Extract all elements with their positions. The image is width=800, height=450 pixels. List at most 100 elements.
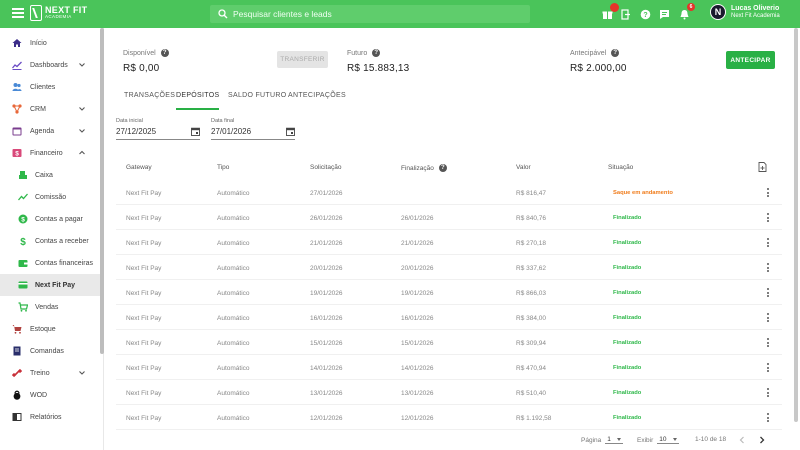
cell-finalizacao: 15/01/2026 [401, 340, 434, 347]
sidebar-item-relatorios[interactable]: Relatórios [0, 406, 100, 428]
table-row[interactable]: Next Fit Pay Automático 26/01/2026 26/01/20… [116, 205, 782, 230]
page-size-select[interactable]: 10 [657, 436, 679, 444]
table-row[interactable]: Next Fit Pay Automático 15/01/2026 15/01/20… [116, 330, 782, 355]
sidebar-item-label: Agenda [30, 127, 55, 135]
end-date-value[interactable]: 27/01/2026 [211, 127, 251, 136]
calendar-icon[interactable] [191, 127, 200, 136]
help-icon[interactable]: ? [611, 49, 620, 57]
table-row[interactable]: Next Fit Pay Automático 27/01/2026 R$ 816,4… [116, 180, 782, 205]
cell-situacao: Finalizado [613, 315, 642, 321]
sidebar-item-contas-a-receber[interactable]: $ Contas a receber [0, 230, 100, 252]
table-row[interactable]: Next Fit Pay Automático 13/01/2026 13/01/20… [116, 380, 782, 405]
table-row[interactable]: Next Fit Pay Automático 14/01/2026 14/01/20… [116, 355, 782, 380]
column-header-solicitacao[interactable]: Solicitação [310, 164, 341, 171]
sidebar-item-agenda[interactable]: Agenda [0, 120, 100, 142]
sidebar-item-financeiro[interactable]: $ Financeiro [0, 142, 100, 164]
more-options-icon[interactable] [766, 213, 770, 223]
help-icon[interactable]: ? [638, 6, 652, 22]
more-options-icon[interactable] [766, 288, 770, 298]
anticipate-button[interactable]: ANTECIPAR [726, 51, 775, 69]
table-row[interactable]: Next Fit Pay Automático 12/01/2026 12/01/20… [116, 405, 782, 430]
chevron-left-icon[interactable] [738, 436, 746, 444]
more-options-icon[interactable] [766, 188, 770, 198]
more-options-icon[interactable] [766, 238, 770, 248]
start-date-field[interactable]: Data inicial 27/12/2025 [116, 118, 200, 140]
page-value: 1 [607, 436, 611, 443]
people-icon [12, 82, 22, 92]
more-options-icon[interactable] [766, 338, 770, 348]
cell-gateway: Next Fit Pay [126, 240, 162, 247]
more-options-icon[interactable] [766, 313, 770, 323]
exit-icon[interactable] [618, 6, 632, 22]
sidebar-item-crm[interactable]: CRM [0, 98, 100, 120]
table-row[interactable]: Next Fit Pay Automático 20/01/2026 20/01/20… [116, 255, 782, 280]
column-header-situacao[interactable]: Situação [608, 164, 633, 171]
calendar-icon[interactable] [286, 127, 295, 136]
chat-icon[interactable] [657, 6, 671, 22]
more-options-icon[interactable] [766, 388, 770, 398]
kettlebell-icon [12, 390, 22, 400]
sidebar-item-next-fit-pay[interactable]: Next Fit Pay [0, 274, 100, 296]
page-select[interactable]: 1 [605, 436, 623, 444]
main-scrollbar[interactable] [794, 28, 798, 422]
cell-gateway: Next Fit Pay [126, 415, 162, 422]
help-icon[interactable]: ? [438, 164, 447, 172]
start-date-value[interactable]: 27/12/2025 [116, 127, 156, 136]
cell-finalizacao: 12/01/2026 [401, 415, 434, 422]
chevron-up-icon[interactable] [78, 149, 86, 157]
column-header-tipo[interactable]: Tipo [217, 164, 229, 171]
help-icon[interactable]: ? [160, 49, 169, 57]
main-content: Disponível? R$ 0,00 TRANSFERIR Futuro? R… [104, 28, 800, 450]
more-options-icon[interactable] [766, 263, 770, 273]
transfer-button[interactable]: TRANSFERIR [277, 51, 328, 68]
search-input[interactable] [233, 9, 513, 19]
column-header-finalizacao[interactable]: Finalização? [401, 164, 447, 172]
sidebar-item-estoque[interactable]: Estoque [0, 318, 100, 340]
sidebar-item-wod[interactable]: WOD [0, 384, 100, 406]
user-menu[interactable]: N Lucas Oliverio Next Fit Academia [710, 4, 780, 20]
table-row[interactable]: Next Fit Pay Automático 16/01/2026 16/01/20… [116, 305, 782, 330]
sidebar-item-contas-a-pagar[interactable]: $ Contas a pagar [0, 208, 100, 230]
more-options-icon[interactable] [766, 363, 770, 373]
cell-gateway: Next Fit Pay [126, 340, 162, 347]
tab-transacoes[interactable]: TRANSAÇÕES [124, 92, 175, 110]
sidebar-item-inicio[interactable]: Início [0, 32, 100, 54]
sidebar-item-dashboards[interactable]: Dashboards [0, 54, 100, 76]
sidebar-item-label: Comissão [35, 193, 67, 201]
tab-saldo-futuro[interactable]: SALDO FUTURO [228, 92, 286, 110]
help-icon[interactable]: ? [372, 49, 381, 57]
sidebar-item-clientes[interactable]: Clientes [0, 76, 100, 98]
more-options-icon[interactable] [766, 413, 770, 423]
page-range: 1-10 de 18 [695, 436, 727, 443]
search-box[interactable] [210, 5, 530, 23]
tab-depositos[interactable]: DEPÓSITOS [176, 92, 220, 110]
sidebar-item-caixa[interactable]: Caixa [0, 164, 100, 186]
cell-solicitacao: 19/01/2026 [310, 290, 343, 297]
chevron-down-icon[interactable] [78, 105, 86, 113]
chevron-down-icon[interactable] [78, 369, 86, 377]
avatar[interactable]: N [710, 4, 726, 20]
tab-antecipacoes[interactable]: ANTECIPAÇÕES [288, 92, 346, 110]
column-header-gateway[interactable]: Gateway [126, 164, 152, 171]
sidebar-item-comandas[interactable]: Comandas [0, 340, 100, 362]
home-icon [12, 38, 22, 48]
available-balance: Disponível? R$ 0,00 [123, 49, 169, 74]
chevron-down-icon[interactable] [78, 127, 86, 135]
bell-icon[interactable]: 6 [677, 3, 695, 22]
cell-gateway: Next Fit Pay [126, 365, 162, 372]
sidebar-item-treino[interactable]: Treino [0, 362, 100, 384]
cell-solicitacao: 21/01/2026 [310, 240, 343, 247]
logo[interactable]: NEXT FIT ACADEMIA [30, 5, 87, 21]
hamburger-menu-icon[interactable] [12, 8, 24, 20]
end-date-field[interactable]: Data final 27/01/2026 [211, 118, 295, 140]
sidebar-item-comissao[interactable]: Comissão [0, 186, 100, 208]
column-header-valor[interactable]: Valor [516, 164, 531, 171]
sidebar-item-vendas[interactable]: Vendas [0, 296, 100, 318]
chevron-down-icon[interactable] [78, 61, 86, 69]
export-file-icon[interactable] [758, 162, 767, 172]
table-row[interactable]: Next Fit Pay Automático 19/01/2026 19/01/20… [116, 280, 782, 305]
table-row[interactable]: Next Fit Pay Automático 21/01/2026 21/01/20… [116, 230, 782, 255]
sidebar-item-contas-financeiras[interactable]: Contas financeiras [0, 252, 100, 274]
gift-icon[interactable] [600, 3, 619, 22]
chevron-right-icon[interactable] [758, 436, 766, 444]
